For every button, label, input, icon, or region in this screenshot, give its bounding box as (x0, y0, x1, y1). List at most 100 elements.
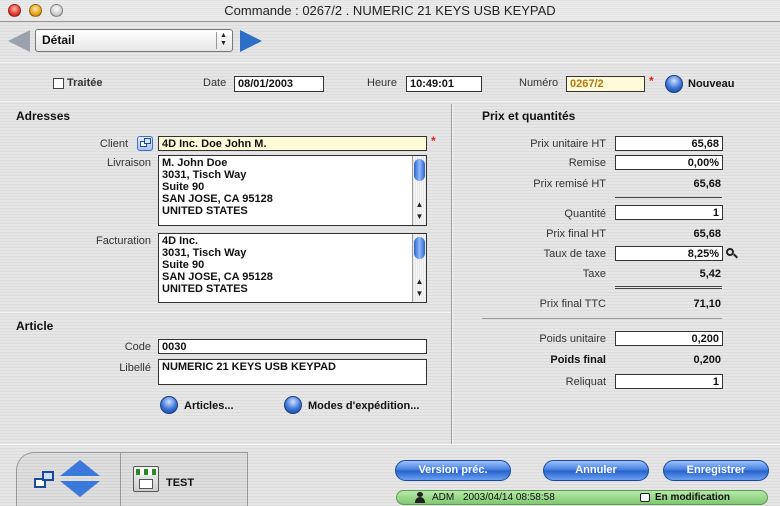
status-mode: En modification (655, 492, 730, 503)
scroll-up-arrow-icon[interactable]: ▲ (413, 200, 426, 210)
zoom-window-button[interactable] (50, 4, 63, 17)
status-bar: ADM 2003/04/14 08:58:58 En modification (396, 490, 768, 505)
scroll-thumb[interactable] (414, 237, 425, 259)
facturation-line: 3031, Tisch Way (162, 247, 247, 259)
modes-expedition-orb-icon[interactable] (284, 396, 302, 414)
module-label: TEST (166, 477, 195, 489)
prix-section-title: Prix et quantités (482, 109, 576, 123)
windows-icon[interactable] (34, 470, 56, 490)
facturation-line: Suite 90 (162, 259, 205, 271)
status-timestamp: 2003/04/14 08:58:58 (463, 492, 555, 503)
view-select[interactable]: Détail ▲ ▼ (35, 29, 233, 52)
prix-remise-ht-value: 65,68 (693, 178, 721, 190)
previous-record-arrow-icon[interactable] (8, 30, 30, 52)
code-field[interactable]: 0030 (158, 339, 427, 354)
poids-unitaire-label: Poids unitaire (539, 333, 606, 345)
prix-final-ht-label: Prix final HT (546, 228, 606, 240)
divider (0, 312, 451, 313)
minimize-window-button[interactable] (29, 4, 42, 17)
articles-orb-icon[interactable] (160, 396, 178, 414)
select-stepper-icon: ▲ ▼ (216, 32, 230, 49)
scroll-down-arrow-icon[interactable]: ▼ (413, 212, 426, 222)
next-record-arrow-icon[interactable] (240, 30, 262, 52)
scroll-down-big-arrow-icon[interactable] (60, 481, 100, 497)
reliquat-label: Reliquat (565, 376, 606, 388)
livraison-line: Suite 90 (162, 181, 205, 193)
window-titlebar: Commande : 0267/2 . NUMERIC 21 KEYS USB … (0, 0, 780, 22)
taux-taxe-field[interactable]: 8,25% (615, 246, 723, 261)
facturation-textarea[interactable]: 4D Inc. 3031, Tisch Way Suite 90 SAN JOS… (158, 233, 427, 303)
column-divider (451, 104, 453, 444)
reliquat-field[interactable]: 1 (615, 374, 723, 389)
prix-final-ht-value: 65,68 (693, 228, 721, 240)
poids-unitaire-field[interactable]: 0,200 (615, 331, 723, 346)
numero-field[interactable]: 0267/2 (566, 76, 645, 92)
required-star: * (431, 134, 436, 148)
facturation-line: UNITED STATES (162, 283, 248, 295)
version-prec-button[interactable]: Version préc. (395, 460, 511, 481)
annuler-button[interactable]: Annuler (543, 460, 649, 481)
livraison-scrollbar[interactable]: ▲ ▼ (412, 156, 426, 225)
prix-remise-ht-label: Prix remisé HT (533, 178, 606, 190)
status-user: ADM (432, 492, 455, 503)
divider (0, 62, 780, 63)
adresses-section-title: Adresses (16, 109, 71, 123)
livraison-line: M. John Doe (162, 157, 228, 169)
scroll-down-arrow-icon[interactable]: ▼ (413, 289, 426, 299)
prix-unitaire-ht-field[interactable]: 65,68 (615, 136, 723, 151)
scroll-up-big-arrow-icon[interactable] (60, 460, 100, 476)
facturation-label: Facturation (95, 235, 151, 247)
view-select-value: Détail (42, 33, 75, 47)
modes-expedition-button[interactable]: Modes d'expédition... (308, 400, 419, 412)
prix-unitaire-ht-label: Prix unitaire HT (530, 138, 606, 150)
traitee-checkbox[interactable] (53, 78, 64, 89)
taxe-label: Taxe (582, 268, 606, 280)
traitee-label: Traitée (67, 77, 103, 89)
search-icon[interactable] (726, 248, 738, 260)
libelle-label: Libellé (119, 362, 151, 374)
libelle-textarea[interactable]: NUMERIC 21 KEYS USB KEYPAD (158, 359, 427, 385)
client-windows-icon[interactable] (137, 136, 153, 151)
quantite-label: Quantité (564, 208, 606, 220)
date-label: Date (203, 77, 227, 89)
scroll-thumb[interactable] (414, 159, 425, 181)
facturation-scrollbar[interactable]: ▲ ▼ (412, 234, 426, 302)
divider (0, 101, 780, 102)
facturation-line: 4D Inc. (162, 235, 199, 247)
speech-bubble-icon (640, 493, 650, 502)
divider (482, 318, 722, 319)
quantite-field[interactable]: 1 (615, 205, 723, 220)
window-title: Commande : 0267/2 . NUMERIC 21 KEYS USB … (224, 3, 556, 18)
user-icon (415, 492, 425, 503)
prix-final-ttc-value: 71,10 (693, 298, 721, 310)
enregistrer-button[interactable]: Enregistrer (663, 460, 769, 481)
livraison-label: Livraison (106, 157, 151, 169)
poids-final-label: Poids final (550, 354, 606, 366)
livraison-textarea[interactable]: M. John Doe 3031, Tisch Way Suite 90 SAN… (158, 155, 427, 226)
date-field[interactable]: 08/01/2003 (234, 76, 324, 92)
remise-field[interactable]: 0,00% (615, 155, 723, 170)
heure-label: Heure (367, 77, 397, 89)
prix-final-ttc-label: Prix final TTC (539, 298, 606, 310)
heure-field[interactable]: 10:49:01 (406, 76, 482, 92)
client-label: Client (99, 138, 128, 150)
client-field[interactable]: 4D Inc. Doe John M. (158, 136, 427, 151)
panel-divider (120, 452, 121, 506)
divider (615, 197, 722, 198)
close-window-button[interactable] (8, 4, 21, 17)
code-label: Code (124, 341, 151, 353)
scroll-up-arrow-icon[interactable]: ▲ (413, 277, 426, 287)
articles-button[interactable]: Articles... (184, 400, 234, 412)
divider (0, 444, 780, 445)
poids-final-value: 0,200 (693, 354, 721, 366)
taxe-value: 5,42 (699, 268, 721, 280)
taux-taxe-label: Taux de taxe (543, 248, 606, 260)
facturation-line: SAN JOSE, CA 95128 (162, 271, 273, 283)
nouveau-button[interactable]: Nouveau (688, 78, 734, 90)
nouveau-orb-icon[interactable] (665, 75, 683, 93)
required-star: * (649, 74, 654, 88)
remise-label: Remise (568, 157, 606, 169)
livraison-line: UNITED STATES (162, 205, 248, 217)
double-divider (615, 286, 722, 289)
livraison-line: 3031, Tisch Way (162, 169, 247, 181)
